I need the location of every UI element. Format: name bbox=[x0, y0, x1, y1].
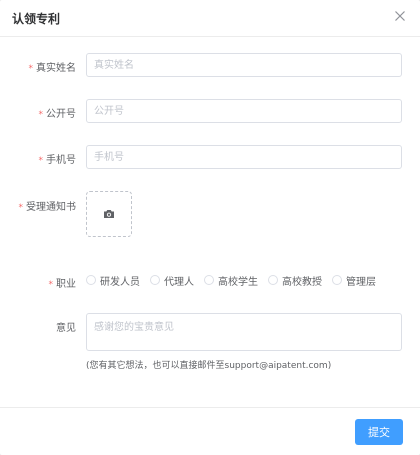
radio-label: 高校学生 bbox=[218, 276, 258, 288]
occupation-radio-management[interactable]: 管理层 bbox=[332, 273, 376, 288]
notice-label: * 受理通知书 bbox=[19, 198, 77, 213]
occupation-radio-agent[interactable]: 代理人 bbox=[150, 273, 194, 288]
radio-circle bbox=[150, 275, 160, 285]
phone-label: * 手机号 bbox=[39, 151, 77, 166]
required-mark: * bbox=[38, 156, 44, 166]
publication-no-label: * 公开号 bbox=[39, 105, 77, 120]
claim-patent-dialog: 认领专利 *真实姓名 *公开号 *手机号 *受理通知书 *职业 研发人员 代理人… bbox=[0, 0, 420, 455]
occupation-radio-group: 研发人员 代理人 高校学生 高校教授 管理层 bbox=[86, 272, 386, 288]
radio-circle bbox=[86, 275, 96, 285]
camera-icon bbox=[104, 210, 114, 218]
publication-no-input[interactable] bbox=[86, 99, 402, 123]
radio-circle bbox=[332, 275, 342, 285]
submit-button[interactable]: 提交 bbox=[355, 419, 403, 445]
phone-input[interactable] bbox=[86, 145, 402, 169]
notice-upload-button[interactable] bbox=[86, 191, 132, 237]
phone-label-text: 手机号 bbox=[46, 155, 76, 166]
feedback-textarea[interactable] bbox=[86, 313, 402, 351]
occupation-radio-professor[interactable]: 高校教授 bbox=[268, 273, 322, 288]
footer-divider bbox=[0, 407, 420, 408]
dialog-title: 认领专利 bbox=[12, 12, 61, 26]
feedback-hint: (您有其它想法，也可以直接邮件至support@aipatent.com) bbox=[86, 361, 332, 371]
radio-label: 代理人 bbox=[164, 276, 194, 288]
real-name-input[interactable] bbox=[86, 53, 402, 77]
close-icon[interactable] bbox=[392, 8, 408, 24]
publication-no-label-text: 公开号 bbox=[46, 109, 76, 120]
required-mark: * bbox=[48, 280, 54, 290]
real-name-label-text: 真实姓名 bbox=[36, 63, 76, 74]
radio-label: 高校教授 bbox=[282, 276, 322, 288]
required-mark: * bbox=[38, 110, 44, 120]
radio-label: 研发人员 bbox=[100, 276, 140, 288]
feedback-label-text: 意见 bbox=[56, 323, 76, 334]
occupation-radio-researcher[interactable]: 研发人员 bbox=[86, 273, 140, 288]
real-name-label: * 真实姓名 bbox=[29, 59, 77, 74]
required-mark: * bbox=[18, 203, 24, 213]
dialog-header: 认领专利 bbox=[0, 0, 420, 37]
radio-circle bbox=[204, 275, 214, 285]
occupation-label-text: 职业 bbox=[56, 279, 76, 290]
occupation-label: * 职业 bbox=[49, 275, 77, 290]
required-mark: * bbox=[28, 64, 34, 74]
radio-label: 管理层 bbox=[346, 276, 376, 288]
radio-circle bbox=[268, 275, 278, 285]
notice-label-text: 受理通知书 bbox=[26, 202, 76, 213]
feedback-label: 意见 bbox=[56, 319, 76, 334]
occupation-radio-student[interactable]: 高校学生 bbox=[204, 273, 258, 288]
